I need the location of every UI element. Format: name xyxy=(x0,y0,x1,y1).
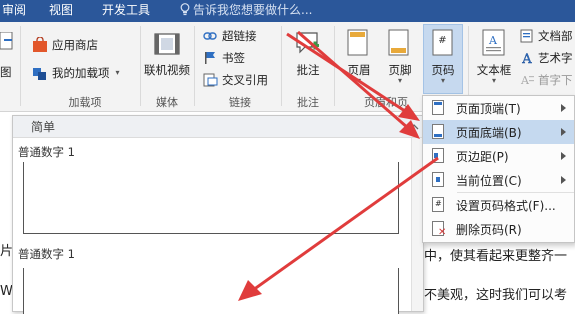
annotation-arrow-3 xyxy=(238,156,439,301)
annotation-arrows-overlay xyxy=(238,30,439,301)
annotation-arrow-2 xyxy=(297,30,420,139)
annotation-arrow-1 xyxy=(286,32,420,121)
